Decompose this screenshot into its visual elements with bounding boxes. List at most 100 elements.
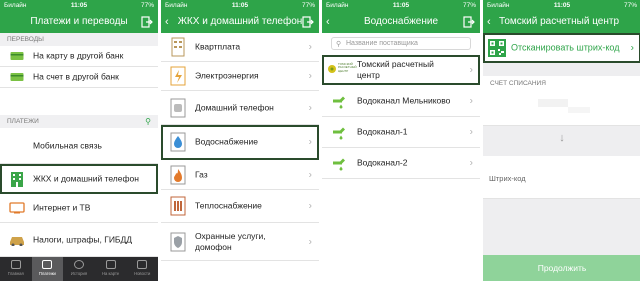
arrow-down-icon: ↓ bbox=[559, 132, 565, 144]
clock: 11:05 bbox=[70, 2, 88, 9]
clock: 11:05 bbox=[231, 2, 249, 9]
list-item-label: Налоги, штрафы, ГИБДД bbox=[33, 234, 133, 244]
car-icon bbox=[10, 236, 24, 246]
exit-icon[interactable] bbox=[141, 16, 153, 28]
payment-mobile[interactable]: Мобильная связь bbox=[0, 128, 158, 164]
page-title: ЖКХ и домашний телефон bbox=[177, 16, 303, 27]
search-icon[interactable]: ⚲ bbox=[145, 115, 151, 128]
list-item-label: Водоканал-1 bbox=[357, 126, 408, 137]
account-section-header: СЧЕТ СПИСАНИЯ bbox=[483, 76, 640, 91]
list-item-label: Теплоснабжение bbox=[195, 200, 262, 211]
tab-map[interactable]: На карте bbox=[95, 257, 127, 281]
account-placeholder bbox=[538, 99, 568, 107]
radiator-icon bbox=[170, 196, 186, 216]
list-item-label: Интернет и ТВ bbox=[33, 202, 91, 213]
list-item-label: На карту в другой банк bbox=[33, 50, 124, 61]
utility-water[interactable]: Водоснабжение › bbox=[161, 125, 319, 160]
navbar: ‹ Томский расчетный центр bbox=[483, 11, 640, 33]
clock: 11:05 bbox=[553, 2, 571, 9]
news-icon bbox=[137, 260, 148, 269]
payment-utilities[interactable]: ЖКХ и домашний телефон bbox=[0, 164, 158, 194]
back-icon[interactable]: ‹ bbox=[487, 11, 491, 33]
utility-home-phone[interactable]: Домашний телефон › bbox=[161, 91, 319, 125]
payment-taxes[interactable]: Налоги, штрафы, ГИБДД bbox=[0, 223, 158, 257]
chevron-right-icon: › bbox=[308, 200, 312, 212]
shield-icon bbox=[170, 232, 186, 251]
provider-melnikovo[interactable]: Водоканал Мельниково › bbox=[322, 85, 480, 117]
utility-security[interactable]: Охранные услуги, домофон › bbox=[161, 223, 319, 261]
navbar: ‹ Водоснабжение bbox=[322, 11, 480, 33]
list-item-label: Водоканал Мельниково bbox=[357, 95, 451, 105]
tab-history[interactable]: История bbox=[63, 257, 95, 281]
list-item-label: Охранные услуги, домофон bbox=[195, 230, 266, 252]
chevron-right-icon: › bbox=[308, 41, 312, 53]
exit-icon[interactable] bbox=[463, 16, 475, 28]
chevron-right-icon: › bbox=[469, 64, 473, 75]
account-placeholder bbox=[568, 107, 590, 113]
chevron-right-icon: › bbox=[308, 102, 312, 113]
tab-label: Новости bbox=[134, 271, 151, 276]
provider-vodokanal-1[interactable]: Водоканал-1 › bbox=[322, 117, 480, 148]
tab-news[interactable]: Новости bbox=[126, 257, 158, 281]
provider-tomsk[interactable]: ТОМСКИЙ РАСЧЕТНЫЙ ЦЕНТР Томский расчетны… bbox=[322, 55, 480, 85]
status-bar: Билайн 11:05 77% bbox=[161, 0, 319, 11]
utility-gas[interactable]: Газ › bbox=[161, 160, 319, 190]
continue-button[interactable]: Продолжить bbox=[483, 255, 640, 281]
chevron-right-icon: › bbox=[308, 136, 312, 148]
water-drop-icon bbox=[170, 132, 186, 152]
apartment-building-icon bbox=[171, 37, 185, 57]
battery: 77% bbox=[301, 2, 315, 9]
qr-code-icon bbox=[488, 38, 506, 57]
utility-electricity[interactable]: Электроэнергия › bbox=[161, 62, 319, 91]
list-item-label: Домашний телефон bbox=[195, 102, 274, 112]
tab-home[interactable]: Главная bbox=[0, 257, 32, 281]
page-title: Томский расчетный центр bbox=[499, 16, 620, 27]
building-icon bbox=[11, 171, 23, 187]
chevron-right-icon: › bbox=[308, 70, 312, 82]
socket-icon bbox=[170, 66, 186, 86]
status-bar: Билайн 11:05 77% bbox=[322, 0, 480, 11]
battery: 77% bbox=[462, 2, 476, 9]
section-transfers: ПЕРЕВОДЫ bbox=[0, 33, 158, 46]
navbar: Платежи и переводы bbox=[0, 11, 158, 33]
scan-barcode-button[interactable]: Отсканировать штрих-код › bbox=[483, 33, 640, 63]
chevron-right-icon: › bbox=[308, 236, 312, 247]
chevron-right-icon: › bbox=[308, 169, 312, 180]
home-icon bbox=[10, 260, 21, 269]
payment-internet[interactable]: Интернет и ТВ bbox=[0, 194, 158, 223]
barcode-field[interactable]: Штрих-код bbox=[483, 156, 640, 199]
utility-heating[interactable]: Теплоснабжение › bbox=[161, 190, 319, 223]
screen-utilities: Билайн 11:05 77% ‹ ЖКХ и домашний телефо… bbox=[161, 0, 319, 281]
navbar: ‹ ЖКХ и домашний телефон bbox=[161, 11, 319, 33]
phone-icon bbox=[170, 98, 186, 117]
tab-label: История bbox=[70, 271, 88, 276]
water-tap-icon bbox=[333, 158, 345, 171]
chevron-right-icon: › bbox=[469, 157, 473, 169]
provider-vodokanal-2[interactable]: Водоканал-2 › bbox=[322, 148, 480, 179]
list-item-label: Мобильная связь bbox=[33, 140, 102, 150]
page-title: Водоснабжение bbox=[363, 16, 439, 27]
payments-icon bbox=[42, 260, 53, 269]
map-pin-icon bbox=[105, 260, 116, 269]
tv-icon bbox=[9, 202, 25, 214]
flame-icon bbox=[170, 165, 186, 184]
chevron-right-icon: › bbox=[630, 42, 634, 53]
list-item-label: Водоснабжение bbox=[195, 136, 258, 147]
transfer-to-account[interactable]: На счет в другой банк bbox=[0, 67, 158, 88]
chevron-right-icon: › bbox=[469, 126, 473, 138]
account-selector[interactable] bbox=[483, 91, 640, 126]
exit-icon[interactable] bbox=[302, 16, 314, 28]
tab-payments[interactable]: Платежи bbox=[31, 257, 64, 281]
list-item-label: Квартплата bbox=[195, 41, 241, 52]
utility-rent[interactable]: Квартплата › bbox=[161, 33, 319, 62]
water-tap-icon bbox=[333, 127, 345, 140]
status-bar: Билайн 11:05 77% bbox=[483, 0, 640, 11]
back-icon[interactable]: ‹ bbox=[165, 11, 169, 33]
card-icon bbox=[10, 73, 24, 81]
clock-icon bbox=[73, 260, 84, 269]
barcode-label: Штрих-код bbox=[489, 174, 526, 183]
water-tap-icon bbox=[333, 96, 345, 108]
clock: 11:05 bbox=[392, 2, 410, 9]
search-input[interactable]: ⚲ Название поставщика bbox=[331, 37, 471, 50]
transfer-to-card[interactable]: На карту в другой банк bbox=[0, 46, 158, 67]
